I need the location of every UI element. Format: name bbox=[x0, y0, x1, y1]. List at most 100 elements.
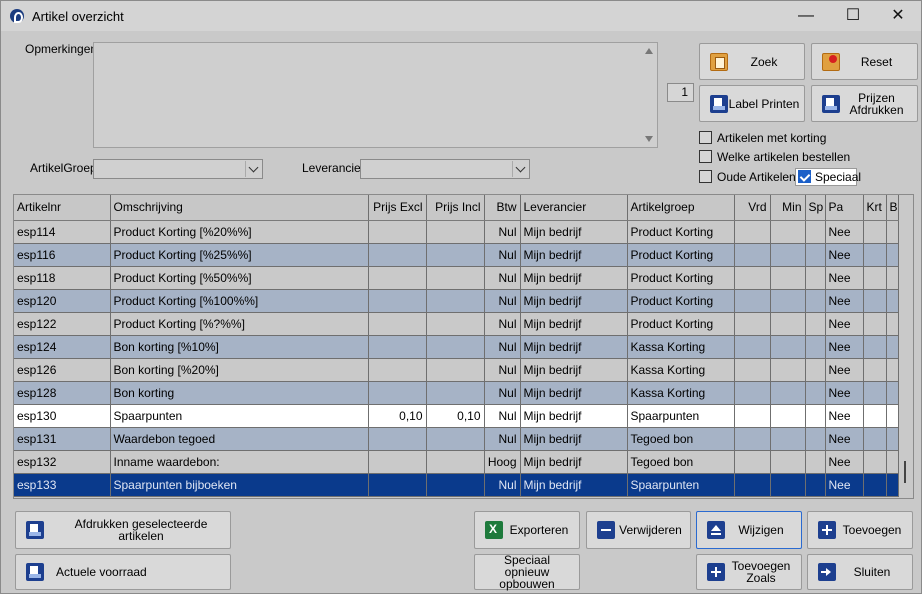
artikel-grid[interactable]: Artikelnr Omschrijving Prijs Excl Prijs Inc… bbox=[13, 194, 914, 499]
table-cell bbox=[863, 358, 887, 382]
table-cell: esp126 bbox=[14, 358, 111, 382]
table-cell bbox=[426, 427, 485, 451]
chevron-down-icon[interactable] bbox=[245, 161, 261, 177]
table-row[interactable]: esp126 Bon korting [%20%] Nul Mijn bedrijf K… bbox=[14, 358, 899, 382]
toevoegen-zoals-button[interactable]: Toevoegen Zoals bbox=[696, 554, 802, 590]
table-row[interactable]: esp128 Bon korting Nul Mijn bedrijf Kassa Ko… bbox=[14, 381, 899, 405]
actuele-voorraad-label: Actuele voorraad bbox=[56, 565, 147, 579]
afdrukken-geselecteerd-button[interactable]: Afdrukken geselecteerde artikelen bbox=[15, 511, 231, 549]
close-button[interactable]: ✕ bbox=[875, 1, 921, 31]
table-header-row: Artikelnr Omschrijving Prijs Excl Prijs Inc… bbox=[14, 195, 899, 221]
table-cell bbox=[734, 312, 771, 336]
column-header[interactable]: Sp bbox=[805, 195, 826, 221]
minus-icon bbox=[597, 521, 615, 539]
page-number-field[interactable]: 1 bbox=[667, 83, 694, 102]
toevoegen-button[interactable]: Toevoegen bbox=[807, 511, 913, 549]
speciaal-opnieuw-button[interactable]: Speciaal opnieuw opbouwen bbox=[474, 554, 580, 590]
table-cell bbox=[770, 266, 806, 290]
table-row[interactable]: esp116 Product Korting [%25%%] Nul Mijn bed… bbox=[14, 243, 899, 267]
table-cell bbox=[805, 404, 826, 428]
table-cell: Mijn bedrijf bbox=[520, 220, 628, 244]
verwijderen-button[interactable]: Verwijderen bbox=[586, 511, 691, 549]
minimize-button[interactable]: — bbox=[783, 1, 829, 31]
print-icon bbox=[822, 94, 840, 113]
table-row[interactable]: esp122 Product Korting [%?%%] Nul Mijn bedr… bbox=[14, 312, 899, 336]
grid-scrollbar[interactable] bbox=[897, 221, 913, 498]
table-cell bbox=[368, 473, 427, 497]
column-header[interactable]: Omschrijving bbox=[110, 195, 369, 221]
scroll-down-icon[interactable] bbox=[645, 136, 653, 142]
table-cell: Product Korting [%25%%] bbox=[110, 243, 369, 267]
scroll-up-icon[interactable] bbox=[645, 48, 653, 54]
sluiten-label: Sluiten bbox=[853, 565, 891, 579]
checkbox-box[interactable] bbox=[699, 131, 712, 144]
remarks-textarea[interactable] bbox=[93, 42, 658, 148]
table-row[interactable]: esp120 Product Korting [%100%%] Nul Mijn be… bbox=[14, 289, 899, 313]
plus-icon bbox=[707, 563, 725, 581]
table-cell bbox=[770, 427, 806, 451]
table-cell: Hoog bbox=[484, 450, 521, 474]
sluiten-button[interactable]: Sluiten bbox=[807, 554, 913, 590]
column-header[interactable]: Artikelnr bbox=[14, 195, 111, 221]
chevron-down-icon[interactable] bbox=[512, 161, 528, 177]
checkbox-box[interactable] bbox=[699, 150, 712, 163]
table-cell: Product Korting bbox=[627, 312, 735, 336]
table-row[interactable]: esp118 Product Korting [%50%%] Nul Mijn bed… bbox=[14, 266, 899, 290]
table-cell: Nee bbox=[825, 335, 864, 359]
column-header[interactable]: B bbox=[886, 195, 899, 221]
leverancier-select[interactable] bbox=[360, 159, 530, 179]
table-cell: Nul bbox=[484, 243, 521, 267]
checkbox-box[interactable] bbox=[699, 170, 712, 183]
reset-button[interactable]: Reset bbox=[811, 43, 918, 80]
actuele-voorraad-button[interactable]: Actuele voorraad bbox=[15, 554, 231, 590]
table-cell bbox=[863, 312, 887, 336]
table-cell bbox=[426, 450, 485, 474]
table-cell: Product Korting bbox=[627, 289, 735, 313]
table-cell: Mijn bedrijf bbox=[520, 358, 628, 382]
table-cell bbox=[368, 243, 427, 267]
column-header[interactable]: Leverancier bbox=[520, 195, 628, 221]
table-cell: Nee bbox=[825, 427, 864, 451]
table-row[interactable]: esp114 Product Korting [%20%%] Nul Mijn bed… bbox=[14, 220, 899, 244]
table-row[interactable]: esp131 Waardebon tegoed Nul Mijn bedrijf Teg… bbox=[14, 427, 899, 451]
table-cell: Nee bbox=[825, 266, 864, 290]
table-row[interactable]: esp124 Bon korting [%10%] Nul Mijn bedrijf K… bbox=[14, 335, 899, 359]
column-header[interactable]: Pa bbox=[825, 195, 864, 221]
wijzigen-button[interactable]: Wijzigen bbox=[696, 511, 802, 549]
column-header[interactable]: Vrd bbox=[734, 195, 771, 221]
table-cell: Kassa Korting bbox=[627, 358, 735, 382]
column-header[interactable]: Prijs Incl bbox=[426, 195, 485, 221]
artikelgroep-select[interactable] bbox=[93, 159, 263, 179]
table-cell: esp122 bbox=[14, 312, 111, 336]
column-header[interactable]: Krt bbox=[863, 195, 887, 221]
table-row[interactable]: esp132 Inname waardebon: Hoog Mijn bedrijf T… bbox=[14, 450, 899, 474]
exporteren-button[interactable]: Exporteren bbox=[474, 511, 580, 549]
table-cell: 0,10 bbox=[368, 404, 427, 428]
table-cell: Tegoed bon bbox=[627, 450, 735, 474]
table-cell: Nee bbox=[825, 312, 864, 336]
column-header[interactable]: Prijs Excl bbox=[368, 195, 427, 221]
table-cell bbox=[863, 335, 887, 359]
maximize-button[interactable]: ☐ bbox=[830, 1, 876, 31]
table-row[interactable]: esp133 Spaarpunten bijboeken Nul Mijn bedri… bbox=[14, 473, 899, 497]
zoek-button[interactable]: Zoek bbox=[699, 43, 805, 80]
table-cell bbox=[863, 243, 887, 267]
table-cell bbox=[805, 220, 826, 244]
table-row[interactable]: esp130 Spaarpunten 0,10 0,10 Nul Mijn bedrijf… bbox=[14, 404, 899, 428]
prijzen-afdrukken-button[interactable]: Prijzen Afdrukken bbox=[811, 85, 918, 122]
column-header[interactable]: Btw bbox=[484, 195, 521, 221]
table-cell bbox=[863, 473, 887, 497]
scroll-thumb[interactable] bbox=[904, 461, 906, 483]
table-cell: Kassa Korting bbox=[627, 335, 735, 359]
table-cell bbox=[734, 381, 771, 405]
table-cell bbox=[734, 335, 771, 359]
column-header[interactable]: Artikelgroep bbox=[627, 195, 735, 221]
toevoegen-zoals-label: Toevoegen Zoals bbox=[731, 559, 791, 585]
column-header[interactable]: Min bbox=[770, 195, 806, 221]
checkmark-icon[interactable] bbox=[798, 170, 811, 183]
table-cell bbox=[805, 358, 826, 382]
remarks-scrollbar[interactable] bbox=[641, 43, 657, 147]
table-cell bbox=[863, 450, 887, 474]
table-cell: Spaarpunten bbox=[627, 473, 735, 497]
label-printen-button[interactable]: Label Printen bbox=[699, 85, 805, 122]
